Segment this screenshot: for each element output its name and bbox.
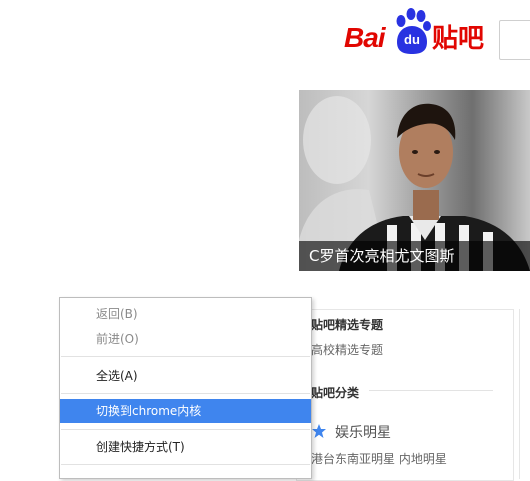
search-input[interactable] bbox=[499, 20, 530, 60]
featured-topics-title: 贴吧精选专题 bbox=[311, 318, 384, 332]
baidu-tieba-logo[interactable]: Bai du 贴吧 bbox=[344, 8, 484, 58]
logo-tieba-text: 贴吧 bbox=[432, 24, 485, 54]
banner-caption[interactable]: C罗首次亮相尤文图斯 bbox=[299, 241, 530, 271]
sub-category-list[interactable]: 港台东南亚明星 内地明星 bbox=[311, 450, 447, 467]
menu-separator bbox=[61, 429, 310, 430]
menu-item-switch-chrome-kernel[interactable]: 切换到chrome内核 bbox=[60, 399, 311, 423]
menu-item-select-all[interactable]: 全选(A) bbox=[60, 364, 311, 388]
menu-item-back[interactable]: 返回(B) bbox=[60, 302, 311, 326]
right-sidebar: 贴吧精选专题 高校精选专题 贴吧分类 娱乐明星 港台东南亚明星 内地明星 bbox=[296, 309, 514, 481]
category-divider bbox=[369, 390, 493, 391]
paw-logo-icon: du bbox=[392, 8, 432, 56]
category-title: 贴吧分类 bbox=[311, 386, 360, 400]
logo-bai-text: Bai bbox=[344, 22, 386, 53]
featured-banner[interactable]: C罗首次亮相尤文图斯 bbox=[299, 90, 530, 271]
menu-item-create-shortcut[interactable]: 创建快捷方式(T) bbox=[60, 435, 311, 459]
menu-separator bbox=[61, 356, 310, 357]
menu-separator bbox=[61, 393, 310, 394]
featured-topic-link[interactable]: 高校精选专题 bbox=[311, 341, 383, 358]
menu-item-forward[interactable]: 前进(O) bbox=[60, 327, 311, 351]
context-menu: 返回(B) 前进(O) 全选(A) 切换到chrome内核 创建快捷方式(T) bbox=[59, 297, 312, 479]
right-edge-panel bbox=[519, 309, 530, 479]
category-entertainment[interactable]: 娱乐明星 bbox=[335, 422, 391, 442]
menu-separator bbox=[61, 464, 310, 465]
logo-du-text: du bbox=[404, 32, 420, 47]
star-icon bbox=[312, 424, 326, 438]
